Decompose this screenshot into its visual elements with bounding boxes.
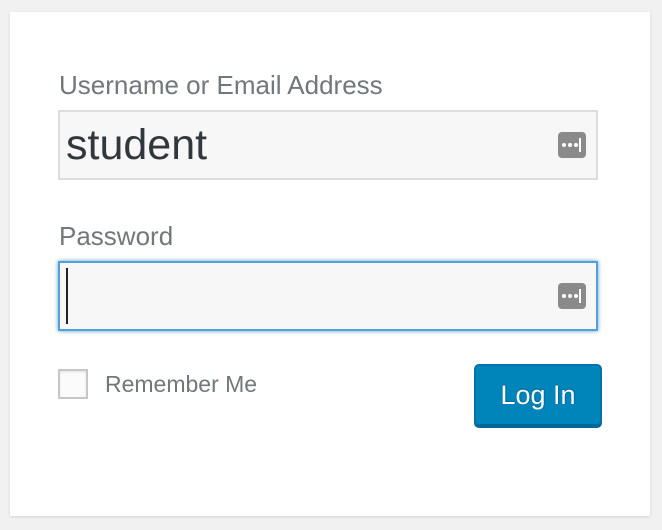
remember-me-checkbox[interactable] (58, 369, 88, 399)
login-form: Username or Email Address Password Remem… (10, 12, 650, 516)
password-input[interactable] (58, 261, 598, 331)
password-manager-icon[interactable] (558, 283, 586, 309)
username-input[interactable] (58, 110, 598, 180)
remember-me[interactable]: Remember Me (58, 369, 257, 399)
username-label: Username or Email Address (59, 70, 383, 100)
text-caret (66, 268, 68, 324)
password-label: Password (59, 221, 174, 251)
password-manager-icon[interactable] (558, 132, 586, 158)
remember-me-label[interactable]: Remember Me (105, 371, 257, 398)
login-button[interactable]: Log In (474, 364, 602, 426)
